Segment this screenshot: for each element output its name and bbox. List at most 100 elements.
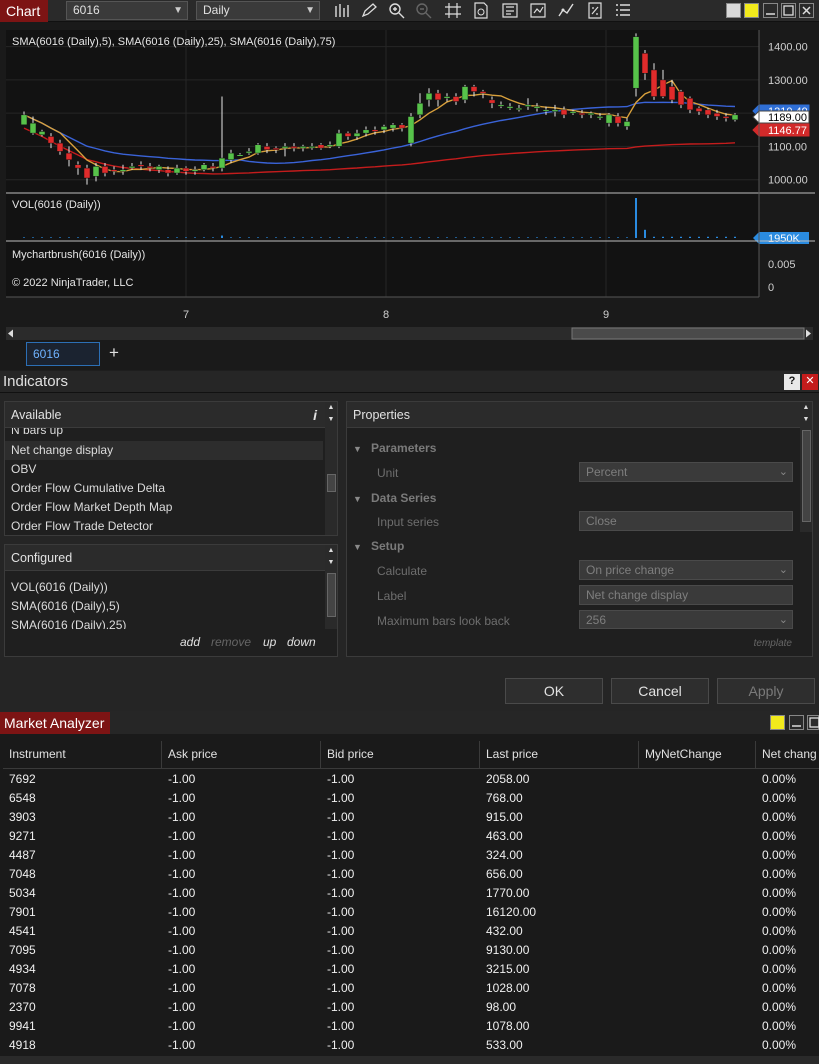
list-item[interactable]: VOL(6016 (Daily)) — [11, 580, 108, 594]
table-row[interactable]: 7078 -1.00 -1.00 1028.00 0.00% — [3, 979, 819, 998]
volume-bar — [167, 237, 169, 238]
properties-icon[interactable] — [586, 2, 604, 19]
table-row[interactable]: 7095 -1.00 -1.00 9130.00 0.00% — [3, 941, 819, 960]
scroll-up-icon[interactable]: ▲ — [326, 547, 336, 554]
list-item[interactable]: Order Flow Cumulative Delta — [11, 481, 165, 495]
info-icon[interactable]: i — [313, 402, 317, 428]
instrument-selector[interactable]: 6016 ▼ — [66, 1, 188, 20]
remove-button[interactable]: remove — [211, 635, 251, 649]
available-list[interactable]: N bars up Net change display OBV Order F… — [5, 428, 327, 535]
table-row[interactable]: 5034 -1.00 -1.00 1770.00 0.00% — [3, 884, 819, 903]
table-row[interactable]: 7692 -1.00 -1.00 2058.00 0.00% — [3, 770, 819, 789]
table-row[interactable]: 7901 -1.00 -1.00 16120.00 0.00% — [3, 903, 819, 922]
scroll-left-icon[interactable] — [8, 329, 13, 338]
table-row[interactable]: 4934 -1.00 -1.00 3215.00 0.00% — [3, 960, 819, 979]
data-series-section[interactable]: ▼ Data Series — [353, 491, 436, 505]
cell-netchange: 0.00% — [762, 905, 797, 919]
indicators-header: Indicators ? ✕ — [0, 371, 819, 393]
table-row[interactable]: 9941 -1.00 -1.00 1078.00 0.00% — [3, 1017, 819, 1036]
column-header-ask[interactable]: Ask price — [162, 741, 321, 768]
down-button[interactable]: down — [287, 635, 316, 649]
max-bars-dropdown[interactable]: 256 ⌄ — [579, 610, 793, 629]
workspace-color-button[interactable] — [770, 715, 785, 730]
add-button[interactable]: add — [180, 635, 200, 649]
cell-ask: -1.00 — [168, 810, 196, 824]
list-item[interactable]: N bars up — [11, 428, 63, 437]
properties-scrollbar[interactable]: ▲ ▼ — [800, 402, 812, 532]
indicators-icon[interactable] — [501, 2, 519, 19]
close-button[interactable] — [799, 3, 814, 18]
link-color-button[interactable] — [726, 3, 741, 18]
up-button[interactable]: up — [263, 635, 276, 649]
template-link[interactable]: template — [754, 638, 792, 649]
table-row[interactable]: 7048 -1.00 -1.00 656.00 0.00% — [3, 865, 819, 884]
input-series-field[interactable]: Close — [579, 511, 793, 531]
add-tab-button[interactable]: + — [104, 342, 124, 366]
parameters-section[interactable]: ▼ Parameters — [353, 441, 436, 455]
column-header-mynetchange[interactable]: MyNetChange — [639, 741, 756, 768]
zoom-in-icon[interactable] — [388, 2, 406, 19]
list-item[interactable]: Net change display — [11, 443, 113, 457]
column-header-instrument[interactable]: Instrument — [3, 741, 162, 768]
scroll-thumb[interactable] — [802, 430, 811, 522]
scroll-thumb[interactable] — [327, 573, 336, 617]
minimize-button[interactable] — [789, 715, 804, 730]
market-analyzer-window: Market Analyzer Instrument Ask price Bid… — [0, 711, 819, 1064]
scroll-up-icon[interactable]: ▲ — [801, 404, 811, 411]
cell-bid: -1.00 — [327, 810, 355, 824]
tab-6016[interactable]: 6016 — [26, 342, 100, 366]
data-box-icon[interactable] — [472, 2, 490, 19]
bars-type-icon[interactable] — [333, 2, 351, 19]
table-row[interactable]: 4541 -1.00 -1.00 432.00 0.00% — [3, 922, 819, 941]
ok-button[interactable]: OK — [505, 678, 603, 704]
calculate-dropdown[interactable]: On price change ⌄ — [579, 560, 793, 580]
crosshair-icon[interactable] — [444, 2, 462, 19]
available-scrollbar[interactable]: ▲ ▼ — [325, 402, 337, 535]
scroll-up-icon[interactable]: ▲ — [326, 404, 336, 411]
maximize-button[interactable] — [781, 3, 796, 18]
table-row[interactable]: 4918 -1.00 -1.00 533.00 0.00% — [3, 1036, 819, 1055]
list-item[interactable]: OBV — [11, 462, 36, 476]
scroll-right-icon[interactable] — [806, 329, 811, 338]
chart-trader-icon[interactable] — [557, 2, 575, 19]
close-dialog-button[interactable]: ✕ — [802, 374, 818, 390]
setup-section[interactable]: ▼ Setup — [353, 539, 404, 553]
maximize-button[interactable] — [807, 715, 819, 730]
table-row[interactable]: 3903 -1.00 -1.00 915.00 0.00% — [3, 808, 819, 827]
chart-scrollbar[interactable] — [6, 327, 813, 340]
volume-bar — [698, 236, 700, 238]
scroll-down-icon[interactable]: ▼ — [326, 559, 336, 566]
table-row[interactable]: 2370 -1.00 -1.00 98.00 0.00% — [3, 998, 819, 1017]
cancel-button[interactable]: Cancel — [611, 678, 709, 704]
scroll-down-icon[interactable]: ▼ — [801, 416, 811, 423]
scroll-down-icon[interactable]: ▼ — [326, 416, 336, 423]
column-header-bid[interactable]: Bid price — [321, 741, 480, 768]
zoom-out-icon[interactable] — [415, 2, 433, 19]
unit-dropdown[interactable]: Percent ⌄ — [579, 462, 793, 482]
cell-instrument: 7078 — [9, 981, 36, 995]
volume-bar — [194, 237, 196, 238]
minimize-button[interactable] — [763, 3, 778, 18]
workspace-color-button[interactable] — [744, 3, 759, 18]
label-field[interactable]: Net change display — [579, 585, 793, 605]
column-header-netchange[interactable]: Net chang — [756, 741, 819, 768]
list-item[interactable]: SMA(6016 (Daily),5) — [11, 599, 120, 613]
list-item[interactable]: Order Flow Market Depth Map — [11, 500, 172, 514]
list-item[interactable]: SMA(6016 (Daily),25) — [11, 618, 126, 629]
table-row[interactable]: 4487 -1.00 -1.00 324.00 0.00% — [3, 846, 819, 865]
column-header-last[interactable]: Last price — [480, 741, 639, 768]
interval-selector[interactable]: Daily ▼ — [196, 1, 320, 20]
table-row[interactable]: 6548 -1.00 -1.00 768.00 0.00% — [3, 789, 819, 808]
help-button[interactable]: ? — [784, 374, 800, 390]
menu-icon[interactable] — [614, 2, 632, 19]
strategies-icon[interactable] — [529, 2, 547, 19]
configured-scrollbar[interactable]: ▲ ▼ — [325, 545, 337, 629]
list-item[interactable]: Order Flow Trade Detector — [11, 519, 153, 533]
apply-button[interactable]: Apply — [717, 678, 815, 704]
configured-list[interactable]: VOL(6016 (Daily)) SMA(6016 (Daily),5) SM… — [5, 573, 327, 629]
chevron-down-icon: ⌄ — [778, 466, 788, 478]
table-row[interactable]: 9271 -1.00 -1.00 463.00 0.00% — [3, 827, 819, 846]
scroll-thumb[interactable] — [571, 327, 805, 340]
pencil-icon[interactable] — [360, 2, 378, 19]
scroll-thumb[interactable] — [327, 474, 336, 492]
